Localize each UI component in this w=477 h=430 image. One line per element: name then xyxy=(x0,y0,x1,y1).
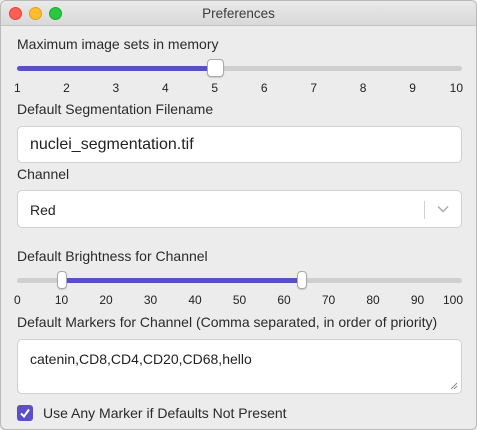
brightness-tick-label: 20 xyxy=(99,293,113,307)
max-image-sets-tick-label: 9 xyxy=(409,81,416,95)
max-image-sets-tick-label: 7 xyxy=(310,81,317,95)
channel-selected-value: Red xyxy=(30,202,56,218)
brightness-tick-label: 60 xyxy=(277,293,291,307)
segmentation-filename-field[interactable]: nuclei_segmentation.tif xyxy=(17,126,462,163)
brightness-range-slider[interactable] xyxy=(17,270,462,290)
max-image-sets-tick-label: 4 xyxy=(161,81,169,95)
brightness-low-thumb[interactable] xyxy=(56,271,67,289)
slider-range-fill xyxy=(61,278,302,283)
checkmark-icon xyxy=(20,408,30,419)
max-image-sets-tick-label: 5 xyxy=(211,81,219,95)
brightness-tick-label: 100 xyxy=(442,293,463,307)
brightness-tick-label: 30 xyxy=(143,293,158,307)
slider-fill xyxy=(17,66,215,71)
brightness-tick-label: 40 xyxy=(188,293,202,307)
max-image-sets-tick-label: 6 xyxy=(260,81,268,95)
preferences-window: Preferences Maximum image sets in memory… xyxy=(0,0,477,430)
max-image-sets-tick-label: 1 xyxy=(14,81,21,95)
use-any-marker-checkbox[interactable] xyxy=(17,405,33,421)
select-separator xyxy=(424,201,425,219)
brightness-high-thumb[interactable] xyxy=(296,271,307,289)
segmentation-filename-label: Default Segmentation Filename xyxy=(17,101,214,117)
resize-grip-icon[interactable] xyxy=(450,382,458,390)
brightness-ticks: 0 10 20 30 40 50 60 70 80 90 100 xyxy=(14,293,463,309)
channel-select[interactable]: Red xyxy=(17,190,462,228)
markers-value: catenin,CD8,CD4,CD20,CD68,hello xyxy=(30,351,252,367)
title-bar[interactable]: Preferences xyxy=(1,1,476,26)
channel-label: Channel xyxy=(17,166,70,182)
segmentation-filename-value: nuclei_segmentation.tif xyxy=(30,136,194,153)
brightness-tick-label: 50 xyxy=(232,293,247,307)
slider-thumb[interactable] xyxy=(206,59,224,77)
max-image-sets-ticks: 1 2 3 4 5 6 7 8 9 10 xyxy=(14,81,463,97)
brightness-label: Default Brightness for Channel xyxy=(17,248,208,264)
markers-label: Default Markers for Channel (Comma separ… xyxy=(17,314,438,330)
brightness-tick-label: 80 xyxy=(366,293,380,307)
max-image-sets-tick-label: 8 xyxy=(359,81,367,95)
max-image-sets-tick-label: 3 xyxy=(112,81,120,95)
brightness-tick-label: 90 xyxy=(410,293,425,307)
brightness-tick-label: 0 xyxy=(14,293,21,307)
brightness-tick-label: 10 xyxy=(54,293,69,307)
max-image-sets-label: Maximum image sets in memory xyxy=(17,36,219,52)
max-image-sets-tick-label: 10 xyxy=(449,81,463,95)
markers-textarea[interactable]: catenin,CD8,CD4,CD20,CD68,hello xyxy=(17,339,462,394)
brightness-tick-label: 70 xyxy=(321,293,336,307)
max-image-sets-tick-label: 2 xyxy=(63,81,70,95)
window-title: Preferences xyxy=(202,6,275,21)
max-image-sets-slider[interactable] xyxy=(17,58,462,78)
use-any-marker-label: Use Any Marker if Defaults Not Present xyxy=(43,405,287,421)
chevron-down-icon[interactable] xyxy=(437,203,449,215)
